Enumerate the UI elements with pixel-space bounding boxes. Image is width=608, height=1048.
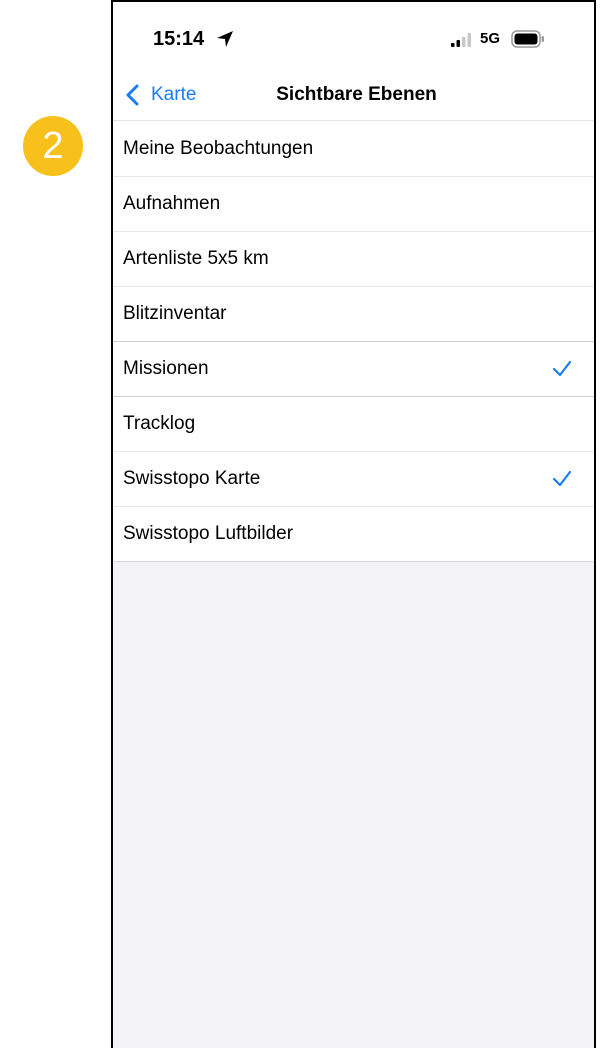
signal-bars-icon [451,33,471,47]
location-arrow-icon [217,31,233,47]
layer-row-missionen[interactable]: Missionen [113,341,594,396]
navigation-bar: Karte Sichtbare Ebenen [113,72,594,118]
layer-label: Meine Beobachtungen [123,137,314,159]
layer-row-meine-beobachtungen[interactable]: Meine Beobachtungen [113,121,594,176]
screenshot-stage: 15:14 5G Karte Sichtbare Ebenen Meine Be… [0,0,608,1048]
battery-icon [511,30,544,48]
layer-row-artenliste[interactable]: Artenliste 5x5 km [113,231,594,286]
layer-label: Swisstopo Karte [123,468,261,489]
layer-label: Missionen [123,358,209,379]
step-number-badge: 2 [23,116,83,176]
layer-row-aufnahmen[interactable]: Aufnahmen [113,176,594,231]
network-type: 5G [480,30,501,47]
page-title: Sichtbare Ebenen [276,84,437,105]
layer-list: Meine Beobachtungen Aufnahmen Artenliste… [113,120,594,562]
checkmark-icon [552,360,572,377]
layer-label: Swisstopo Luftbilder [123,523,294,544]
checkmark-icon [552,470,572,487]
layer-row-swisstopo-karte[interactable]: Swisstopo Karte [113,451,594,506]
layer-label: Blitzinventar [123,303,227,324]
layer-label: Artenliste 5x5 km [123,248,269,269]
layer-row-tracklog[interactable]: Tracklog [113,396,594,451]
phone-screen: 15:14 5G Karte Sichtbare Ebenen Meine Be… [111,0,596,1048]
status-time: 15:14 [153,28,205,50]
layer-label: Tracklog [123,413,196,434]
layer-label: Aufnahmen [123,193,221,214]
status-bar: 15:14 5G [113,2,594,72]
top-bar: 15:14 5G Karte Sichtbare Ebenen [113,2,594,120]
layer-row-blitzinventar[interactable]: Blitzinventar [113,286,594,341]
layer-row-swisstopo-luftbilder[interactable]: Swisstopo Luftbilder [113,506,594,561]
